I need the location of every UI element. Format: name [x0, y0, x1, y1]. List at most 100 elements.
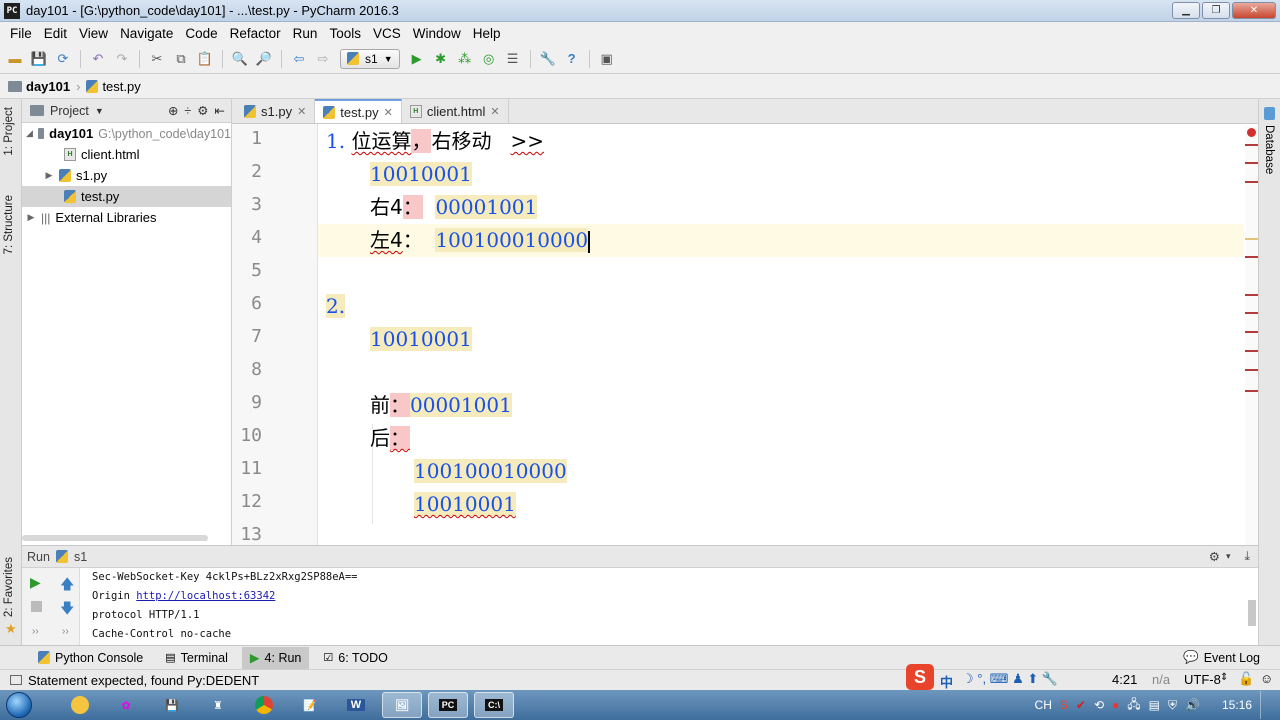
inspector-icon[interactable]: ☺: [1260, 671, 1273, 686]
gear-icon[interactable]: ⚙: [1209, 549, 1220, 564]
locate-icon[interactable]: ⊕: [168, 103, 178, 118]
close-button[interactable]: ✕: [1232, 2, 1276, 19]
save-all-icon[interactable]: 💾: [28, 48, 50, 70]
menu-help[interactable]: Help: [467, 26, 507, 41]
settings-icon[interactable]: 🔧: [537, 48, 559, 70]
tray-app-icon[interactable]: ▤: [1149, 698, 1160, 712]
more-icon[interactable]: ››: [62, 626, 69, 637]
record-icon[interactable]: ●: [1112, 698, 1119, 712]
warning-marker[interactable]: [1245, 238, 1258, 240]
redo-icon[interactable]: ↷: [111, 48, 133, 70]
stop-icon[interactable]: [31, 601, 42, 612]
error-indicator-icon[interactable]: [1247, 128, 1256, 137]
taskbar-app-browser[interactable]: [60, 692, 100, 718]
show-desktop-button[interactable]: [1260, 691, 1272, 719]
tray-app-icon[interactable]: ⛨: [1168, 698, 1177, 713]
error-marker[interactable]: [1245, 181, 1258, 183]
menu-edit[interactable]: Edit: [38, 26, 73, 41]
chevron-down-icon[interactable]: ⇕: [1220, 672, 1228, 683]
run-icon[interactable]: ▶: [406, 48, 428, 70]
ime-toolbar-icons[interactable]: ☽ °, ⌨ ♟ ⬆ 🔧: [962, 671, 1058, 687]
chevron-down-icon[interactable]: ▾: [1226, 551, 1231, 562]
find-icon[interactable]: 🔍: [229, 48, 251, 70]
expand-icon[interactable]: ▶: [26, 212, 36, 223]
taskbar-app-word[interactable]: W: [336, 692, 376, 718]
help-icon[interactable]: ?: [561, 48, 583, 70]
replace-icon[interactable]: 🔎: [253, 48, 275, 70]
rerun-icon[interactable]: ▶: [30, 574, 41, 591]
taskbar-app-notepad[interactable]: 📝: [290, 692, 330, 718]
breadcrumb-file[interactable]: test.py: [86, 79, 141, 94]
menu-tools[interactable]: Tools: [323, 26, 367, 41]
horizontal-scrollbar[interactable]: [22, 535, 208, 541]
open-folder-icon[interactable]: ▬: [4, 48, 26, 70]
project-panel-title[interactable]: Project: [50, 104, 89, 118]
undo-icon[interactable]: ↶: [87, 48, 109, 70]
close-icon[interactable]: ✕: [297, 105, 306, 118]
sogou-ime-icon[interactable]: S: [906, 664, 934, 690]
taskbar-app-save[interactable]: 💾: [152, 692, 192, 718]
tool-run[interactable]: ▶ 4: Run: [241, 646, 310, 669]
menu-vcs[interactable]: VCS: [367, 26, 407, 41]
output-link[interactable]: http://localhost:63342: [136, 590, 275, 602]
close-icon[interactable]: ✕: [490, 105, 499, 118]
menu-file[interactable]: File: [4, 26, 38, 41]
side-tab-structure[interactable]: 7: Structure: [3, 195, 15, 254]
line-separator[interactable]: n/a: [1152, 672, 1170, 687]
side-tab-project[interactable]: 1: Project: [3, 107, 15, 156]
hide-icon[interactable]: ⤓: [1236, 549, 1258, 564]
menu-view[interactable]: View: [73, 26, 114, 41]
expand-icon[interactable]: ▶: [44, 170, 54, 181]
caret-position[interactable]: 4:21: [1112, 672, 1137, 687]
menu-code[interactable]: Code: [179, 26, 223, 41]
taskbar-app-pycharm[interactable]: PC: [428, 692, 468, 718]
expand-icon[interactable]: ◢: [26, 128, 33, 139]
error-marker[interactable]: [1245, 294, 1258, 296]
toggle-panels-icon[interactable]: [10, 675, 22, 685]
run-config-select[interactable]: s1 ▼: [340, 48, 400, 69]
error-marker[interactable]: [1245, 162, 1258, 164]
clock[interactable]: 15:16: [1222, 698, 1252, 712]
down-arrow-icon[interactable]: 🡇: [60, 598, 74, 622]
chevron-down-icon[interactable]: ▼: [95, 106, 104, 116]
tree-root[interactable]: ◢ day101 G:\python_code\day101: [22, 123, 231, 144]
volume-icon[interactable]: 🔊: [1185, 698, 1200, 712]
vertical-scrollbar[interactable]: [1248, 600, 1256, 626]
gear-icon[interactable]: ⚙: [197, 103, 208, 118]
menu-navigate[interactable]: Navigate: [114, 26, 179, 41]
maximize-button[interactable]: ❐: [1202, 2, 1230, 19]
tab-s1-py[interactable]: s1.py ✕: [236, 99, 316, 123]
error-marker[interactable]: [1245, 144, 1258, 146]
debug-icon[interactable]: ✱: [430, 48, 452, 70]
tree-item-external-libraries[interactable]: ▶ ||| External Libraries: [22, 207, 231, 228]
side-tab-database[interactable]: Database: [1263, 125, 1275, 174]
tray-app-icon[interactable]: ✔: [1076, 698, 1086, 712]
error-marker[interactable]: [1245, 256, 1258, 258]
coverage-icon[interactable]: ⁂: [454, 48, 476, 70]
hide-icon[interactable]: ⇤: [215, 103, 231, 118]
tree-item-client-html[interactable]: H client.html: [22, 144, 231, 165]
taskbar-app-tools[interactable]: ♜: [198, 692, 238, 718]
side-tab-favorites[interactable]: 2: Favorites: [3, 557, 15, 617]
error-marker[interactable]: [1245, 312, 1258, 314]
menu-refactor[interactable]: Refactor: [224, 26, 287, 41]
tree-item-test-py[interactable]: test.py: [22, 186, 231, 207]
tool-python-console[interactable]: Python Console: [30, 647, 151, 669]
concurrency-icon[interactable]: ☰: [502, 48, 524, 70]
up-arrow-icon[interactable]: 🡅: [60, 574, 74, 598]
error-marker[interactable]: [1245, 350, 1258, 352]
tool-event-log[interactable]: 💬 Event Log: [1175, 647, 1268, 669]
sync-icon[interactable]: ⟳: [52, 48, 74, 70]
network-icon[interactable]: 🖧: [1127, 695, 1140, 716]
tool-todo[interactable]: ☑ 6: TODO: [315, 647, 395, 669]
taskbar-app-chrome[interactable]: [244, 692, 284, 718]
menu-window[interactable]: Window: [407, 26, 467, 41]
taskbar-app-cmd[interactable]: C:\: [474, 692, 514, 718]
cut-icon[interactable]: ✂: [146, 48, 168, 70]
code-area[interactable]: 1. 位运算，右移动 >> 10010001 右4： 00001001 左4： …: [318, 124, 1258, 545]
tray-app-icon[interactable]: ⟲: [1094, 698, 1104, 712]
tool-terminal[interactable]: ▤ Terminal: [157, 647, 236, 669]
copy-icon[interactable]: ⧉: [170, 48, 192, 70]
ime-mode[interactable]: 中: [940, 672, 953, 691]
collapse-icon[interactable]: ÷: [184, 104, 191, 118]
